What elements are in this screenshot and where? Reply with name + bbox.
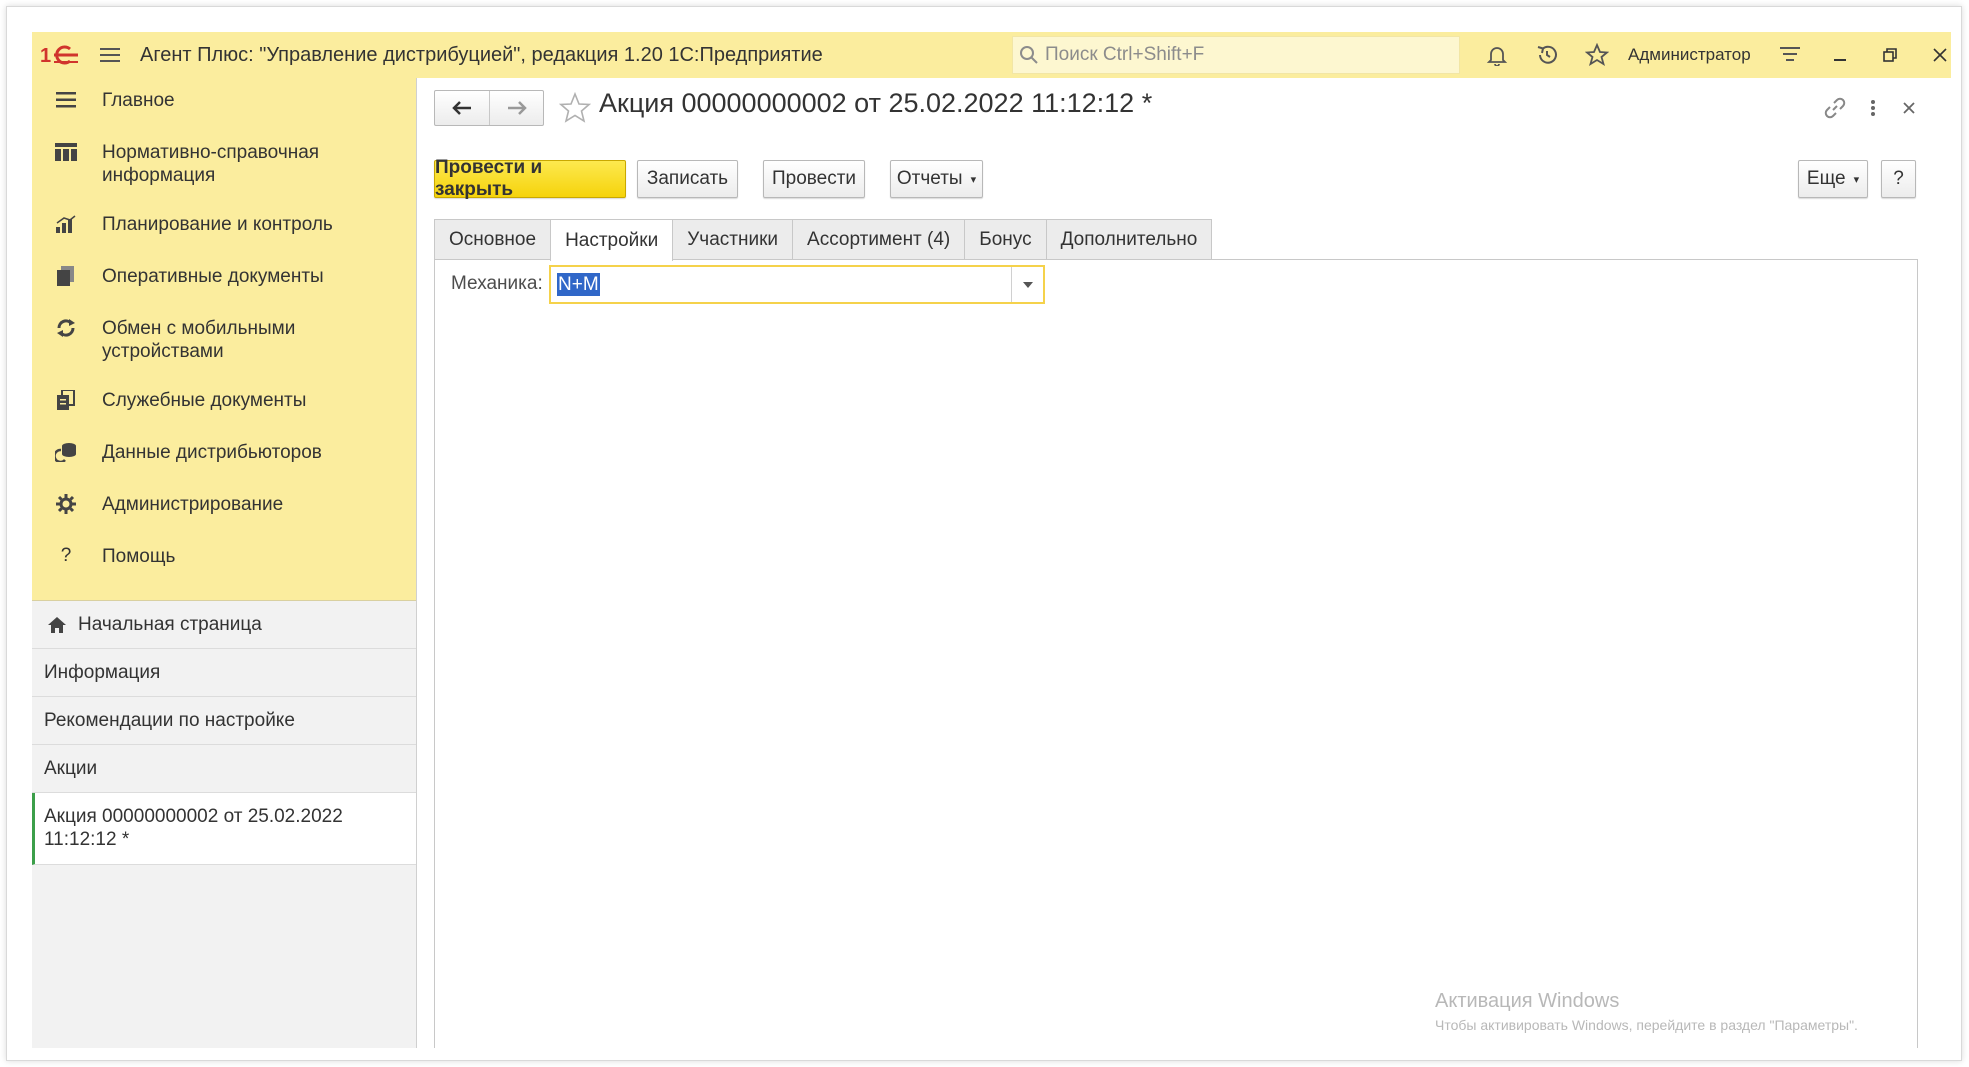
open-window-home[interactable]: Начальная страница — [32, 601, 416, 649]
history-nav — [434, 90, 544, 126]
section-planning[interactable]: Планирование и контроль — [32, 210, 416, 262]
search-input[interactable]: Поиск Ctrl+Shift+F — [1012, 36, 1460, 74]
section-label: Нормативно-справочная информация — [102, 142, 320, 186]
restore-icon[interactable] — [1865, 32, 1915, 78]
favorites-star-icon[interactable] — [1572, 32, 1622, 78]
tab-bonus[interactable]: Бонус — [964, 219, 1047, 260]
bell-icon[interactable] — [1472, 32, 1522, 78]
help-icon: ? — [60, 545, 72, 566]
back-button[interactable] — [435, 91, 489, 125]
app-window: 1 Агент Плюс: "Управление дистрибуцией",… — [32, 32, 1951, 1048]
section-label: Служебные документы — [102, 390, 307, 411]
table-icon — [50, 138, 82, 166]
section-label: Оперативные документы — [102, 266, 324, 287]
1c-logo-icon[interactable]: 1 — [32, 32, 88, 78]
distributor-icon — [50, 438, 82, 466]
favorite-star-icon[interactable] — [557, 90, 593, 126]
post-button[interactable]: Провести — [763, 160, 865, 198]
section-label: Планирование и контроль — [102, 214, 333, 235]
document-form: Акция 00000000002 от 25.02.2022 11:12:12… — [417, 78, 1951, 1048]
sections-panel: Главное Нормативно-справочная информация… — [32, 78, 416, 601]
search-placeholder: Поиск Ctrl+Shift+F — [1045, 44, 1205, 65]
window-frame: 1 Агент Плюс: "Управление дистрибуцией",… — [6, 6, 1962, 1061]
watermark-title: Активация Windows — [1435, 990, 1620, 1012]
open-window-current-document[interactable]: Акция 00000000002 от 25.02.2022 11:12:12… — [32, 793, 416, 865]
close-form-icon[interactable] — [1891, 90, 1927, 126]
close-window-icon[interactable] — [1915, 32, 1951, 78]
more-button[interactable]: Еще ▾ — [1798, 160, 1868, 198]
section-help[interactable]: ? Помощь — [32, 542, 416, 594]
arrow-left-icon — [452, 101, 471, 115]
open-window-label: Начальная страница — [78, 613, 262, 635]
section-label: Данные дистрибьюторов — [102, 442, 322, 463]
app-title: Агент Плюс: "Управление дистрибуцией", р… — [140, 43, 823, 66]
title-bar-tools: Администратор — [1472, 32, 1951, 78]
dropdown-arrow-icon[interactable] — [1011, 267, 1043, 302]
minimize-icon[interactable] — [1815, 32, 1865, 78]
reports-label: Отчеты — [896, 168, 963, 189]
chevron-down-icon: ▾ — [970, 173, 977, 186]
main-menu-icon[interactable] — [88, 32, 132, 78]
tab-participants[interactable]: Участники — [672, 219, 794, 260]
mechanics-value: N+M — [557, 273, 600, 296]
section-mobile-exchange[interactable]: Обмен с мобильными устройствами — [32, 314, 416, 386]
open-window-info[interactable]: Информация — [32, 649, 416, 697]
reports-button[interactable]: Отчеты ▾ — [890, 160, 983, 198]
open-window-recommendations[interactable]: Рекомендации по настройке — [32, 697, 416, 745]
help-button[interactable]: ? — [1881, 160, 1916, 198]
save-button[interactable]: Записать — [637, 160, 738, 198]
section-label: Обмен с мобильными устройствами — [102, 318, 296, 362]
tab-additional[interactable]: Дополнительно — [1045, 219, 1213, 260]
tab-settings[interactable]: Настройки — [550, 219, 674, 261]
more-actions-icon[interactable] — [1855, 90, 1891, 126]
gear-icon — [50, 490, 82, 518]
link-icon[interactable] — [1817, 90, 1853, 126]
current-user[interactable]: Администратор — [1628, 45, 1751, 65]
settings-filter-icon[interactable] — [1765, 32, 1815, 78]
form-tabs: Основное Настройки Участники Ассортимент… — [434, 219, 1213, 261]
post-and-close-button[interactable]: Провести и закрыть — [434, 157, 626, 200]
mechanics-label: Механика: — [451, 273, 543, 294]
chevron-down-icon: ▾ — [1853, 173, 1860, 186]
watermark-text: Чтобы активировать Windows, перейдите в … — [1435, 1017, 1858, 1033]
section-label: Администрирование — [102, 494, 284, 515]
chart-icon — [50, 210, 82, 238]
windows-activation-watermark: Активация Windows Чтобы активировать Win… — [1435, 990, 1858, 1033]
open-window-label: Рекомендации по настройке — [44, 709, 295, 731]
history-icon[interactable] — [1522, 32, 1572, 78]
home-icon — [44, 616, 70, 634]
menu-icon — [50, 86, 82, 114]
title-bar: 1 Агент Плюс: "Управление дистрибуцией",… — [32, 32, 1951, 78]
mechanics-select[interactable]: N+M — [549, 265, 1045, 304]
section-administration[interactable]: Администрирование — [32, 490, 416, 542]
section-label: Главное — [102, 90, 175, 111]
document-title: Акция 00000000002 от 25.02.2022 11:12:12… — [599, 88, 1153, 118]
tab-assortment[interactable]: Ассортимент (4) — [792, 219, 966, 260]
open-window-promotions[interactable]: Акции — [32, 745, 416, 793]
settings-tab-panel: Механика: N+M Активация Windows Чтобы ак… — [434, 259, 1918, 1048]
forward-button[interactable] — [489, 91, 543, 125]
service-docs-icon — [50, 386, 82, 414]
open-windows-list: Начальная страница Информация Рекомендац… — [32, 601, 416, 865]
open-window-label: Информация — [44, 661, 161, 683]
section-main[interactable]: Главное — [32, 86, 416, 138]
documents-icon — [50, 262, 82, 290]
sync-icon — [50, 314, 82, 342]
section-service-docs[interactable]: Служебные документы — [32, 386, 416, 438]
section-label: Помощь — [102, 546, 176, 567]
arrow-right-icon — [507, 101, 527, 115]
section-operational-docs[interactable]: Оперативные документы — [32, 262, 416, 314]
sidebar: Главное Нормативно-справочная информация… — [32, 78, 417, 1048]
section-reference-data[interactable]: Нормативно-справочная информация — [32, 138, 416, 210]
svg-text:1: 1 — [40, 45, 51, 66]
section-distributor-data[interactable]: Данные дистрибьюторов — [32, 438, 416, 490]
open-window-label: Акции — [44, 757, 98, 779]
more-label: Еще — [1806, 168, 1846, 189]
search-icon — [1020, 46, 1038, 64]
open-window-label: Акция 00000000002 от 25.02.2022 11:12:12… — [44, 806, 343, 850]
tab-main[interactable]: Основное — [434, 219, 552, 260]
